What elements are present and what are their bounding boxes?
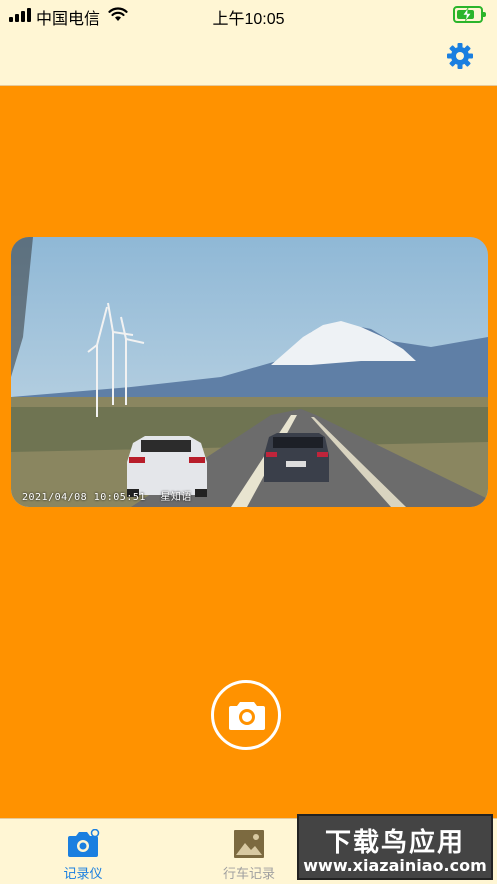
tab-recorder-label: 记录仪 bbox=[63, 867, 103, 882]
dashcam-road-scene bbox=[11, 237, 488, 507]
camera-icon bbox=[229, 702, 265, 730]
battery-icon bbox=[453, 6, 486, 23]
preview-timestamp: 2021/04/08 10:05:51 星知语 bbox=[22, 488, 192, 503]
site-watermark: 下载鸟应用 www.xiazainiao.com bbox=[297, 814, 493, 880]
overlay-label: 星知语 bbox=[160, 492, 192, 503]
timestamp-text: 2021/04/08 10:05:51 bbox=[22, 492, 146, 503]
charging-bolt-icon bbox=[462, 8, 472, 21]
nav-bar bbox=[0, 30, 497, 86]
status-bar: 中国电信 上午10:05 bbox=[0, 0, 497, 30]
camera-icon bbox=[68, 829, 100, 857]
clock: 上午10:05 bbox=[212, 11, 285, 28]
camera-preview bbox=[11, 237, 488, 507]
capture-button[interactable] bbox=[211, 680, 281, 750]
image-icon bbox=[234, 830, 264, 858]
watermark-title: 下载鸟应用 bbox=[324, 828, 465, 858]
gear-icon[interactable] bbox=[446, 42, 474, 70]
watermark-url: www.xiazainiao.com bbox=[303, 856, 487, 875]
tab-recorder[interactable]: 记录仪 bbox=[0, 819, 166, 884]
